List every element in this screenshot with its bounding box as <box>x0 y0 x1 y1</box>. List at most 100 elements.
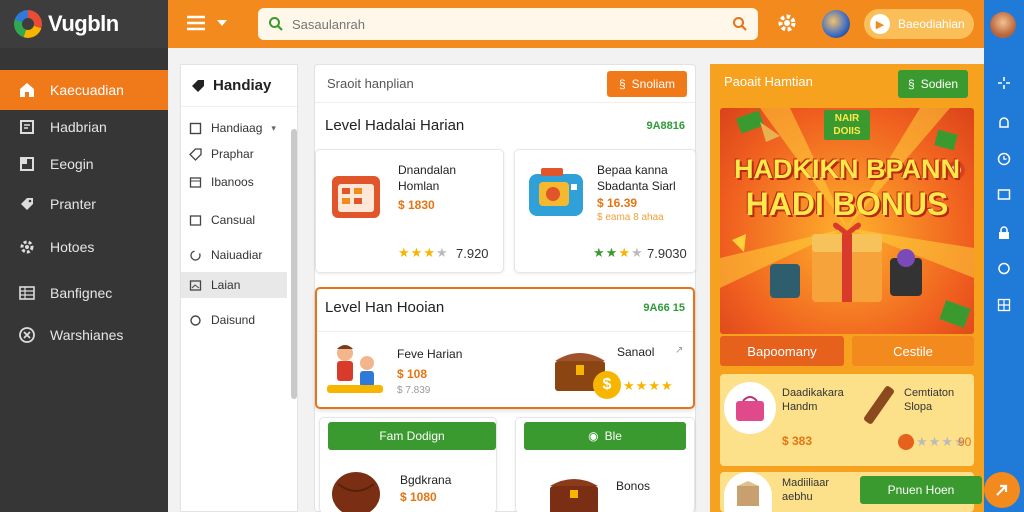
subpanel-item-4[interactable]: Naiuadiar <box>181 242 287 268</box>
sidebar-item-label: Banfignec <box>50 285 113 301</box>
bonus-banner[interactable]: NAIR DOIIS HADKIKN BPANN HADI BONUS <box>720 108 974 334</box>
promo-header: Paoait Hamtian <box>724 74 813 89</box>
search-input[interactable] <box>292 16 724 32</box>
app-name: Vugbln <box>48 11 119 36</box>
subpanel-item-3[interactable]: Cansual <box>181 207 287 233</box>
sidebar: Vugbln Kaecuadian Hadbrian Eeogin Prante… <box>0 0 168 512</box>
sidebar-item-0[interactable]: Kaecuadian <box>0 70 168 110</box>
search-submit-icon[interactable] <box>732 16 748 32</box>
product-thumb <box>724 382 776 434</box>
banner-headline: HADKIKN BPANN <box>734 154 960 184</box>
search-icon <box>268 16 284 32</box>
home-icon <box>18 81 36 99</box>
header-action-button[interactable]: § Snoliam <box>606 70 687 97</box>
product-card[interactable]: Fam Dodign Bgdkrana $ 1080 <box>319 417 497 512</box>
subpanel-item-5[interactable]: Laian <box>181 272 287 298</box>
gear-icon <box>18 238 36 256</box>
chest-icon <box>550 479 598 512</box>
subpanel-item-6[interactable]: Daisund <box>181 307 287 333</box>
chevron-down-icon: ▾ <box>271 122 276 133</box>
account-button[interactable]: ▶ Baeodiahian <box>864 9 974 39</box>
user-avatar[interactable] <box>990 12 1016 38</box>
sidebar-item-4[interactable]: Hotoes <box>0 227 168 267</box>
subpanel-item-label: Daisund <box>211 313 256 327</box>
subpanel-item-label: Handiaag <box>211 121 263 135</box>
button-label: Ble <box>604 429 622 443</box>
green-action-button[interactable]: Fam Dodign <box>328 422 496 450</box>
promo-product-card[interactable]: Daadikakara Handm $ 383 Cemtiaton Slopa … <box>720 374 974 466</box>
sidebar-item-label: Hotoes <box>50 239 95 255</box>
product-name: Bonos <box>616 479 651 493</box>
subpanel-item-0[interactable]: Handiaag ▾ <box>181 115 287 141</box>
kids-figure-icon <box>327 345 383 393</box>
logo-icon <box>14 10 42 38</box>
screen-icon[interactable] <box>997 188 1011 202</box>
search-bar[interactable] <box>258 8 758 40</box>
product-subprice: $ 7.839 <box>397 385 431 396</box>
bat-icon <box>864 386 894 424</box>
sidebar-item-label: Pranter <box>50 196 96 212</box>
product-price: $ 383 <box>782 434 813 448</box>
product-score: 7.920 <box>456 246 489 261</box>
product-card[interactable]: Dnandalan Homlan $ 1830 ★ ★ ★ ★ 7.920 <box>315 149 504 273</box>
subpanel-scrollbar[interactable] <box>291 129 297 399</box>
button-label: Pnuen Hoen <box>887 483 955 497</box>
button-label: Fam Dodign <box>379 429 445 443</box>
sidebar-item-3[interactable]: Pranter <box>0 184 168 224</box>
subpanel-header: Handiay <box>181 65 297 107</box>
grid-icon[interactable] <box>997 298 1011 312</box>
subpanel-title: Handiay <box>213 77 272 94</box>
more-icon[interactable]: ↗ <box>675 345 683 356</box>
product-name: Sanaol <box>617 345 655 359</box>
gadget-icon <box>529 168 583 216</box>
chat-icon[interactable] <box>997 262 1011 276</box>
promo-button-label: Sodien <box>920 77 959 91</box>
square-icon <box>189 214 202 227</box>
star-icon: ★ <box>398 245 410 260</box>
promo-action-button[interactable]: § Sodien <box>898 70 969 98</box>
subpanel-item-1[interactable]: Praphar <box>181 141 287 167</box>
promo-right-button[interactable]: Cestile <box>852 336 974 366</box>
hamburger-icon <box>186 15 206 31</box>
sidebar-item-label: Eeogin <box>50 156 94 172</box>
play-icon: ▶ <box>870 14 890 34</box>
level-2-header: Level Han Hooian 9A66 15 <box>325 299 685 316</box>
sidebar-item-label: Kaecuadian <box>50 82 124 98</box>
green-action-button[interactable]: ◉ Ble <box>524 422 686 450</box>
floating-action-button[interactable] <box>984 472 1020 508</box>
subpanel-item-2[interactable]: Ibanoos <box>181 169 287 195</box>
promo-green-button[interactable]: Pnuen Hoen <box>860 476 982 504</box>
sidebar-item-6[interactable]: Warshianes <box>0 315 168 355</box>
app-logo[interactable]: Vugbln <box>0 0 168 48</box>
main-panel: Sraoit hanplian § Snoliam Level Hadalai … <box>314 64 696 512</box>
sparkle-icon[interactable] <box>997 76 1011 90</box>
clock-icon[interactable] <box>997 152 1011 166</box>
bag-icon <box>736 396 764 421</box>
sidebar-item-2[interactable]: Eeogin <box>0 144 168 184</box>
product-name: Bgdkrana <box>400 473 452 487</box>
sidebar-item-5[interactable]: Banfignec <box>0 273 168 313</box>
promo-left-button[interactable]: Bapoomany <box>720 336 844 366</box>
promo-product-card[interactable]: Madiiliaar aebhu Pnuen Hoen <box>720 472 982 512</box>
sub-navigation-panel: Handiay Handiaag ▾ Praphar Ibanoos Cansu… <box>180 64 298 512</box>
bell-icon[interactable] <box>997 116 1011 130</box>
header-action-label: Snoliam <box>631 76 675 91</box>
product-card[interactable]: ◉ Ble Bonos <box>515 417 695 512</box>
product-name: Bepaa kanna Sbadanta Siarl <box>597 163 676 193</box>
subpanel-item-label: Cansual <box>211 213 256 227</box>
menu-toggle[interactable] <box>186 12 228 34</box>
gift-icon: § <box>908 77 915 91</box>
account-label: Baeodiahian <box>898 17 965 31</box>
product-score: 90 <box>958 435 972 449</box>
sidebar-item-1[interactable]: Hadbrian <box>0 107 168 147</box>
lock-icon[interactable] <box>997 226 1011 240</box>
table-icon <box>18 284 36 302</box>
product-card[interactable]: Bepaa kanna Sbadanta Siarl $ 16.39 $ eam… <box>514 149 696 273</box>
avatar[interactable] <box>822 10 850 38</box>
right-rail <box>984 0 1024 512</box>
gift-icon: ◉ <box>588 429 599 443</box>
star-icon: ★ <box>423 245 435 260</box>
settings-gear-icon[interactable] <box>776 12 798 34</box>
tag-icon <box>189 147 202 161</box>
box-icon <box>737 481 759 506</box>
